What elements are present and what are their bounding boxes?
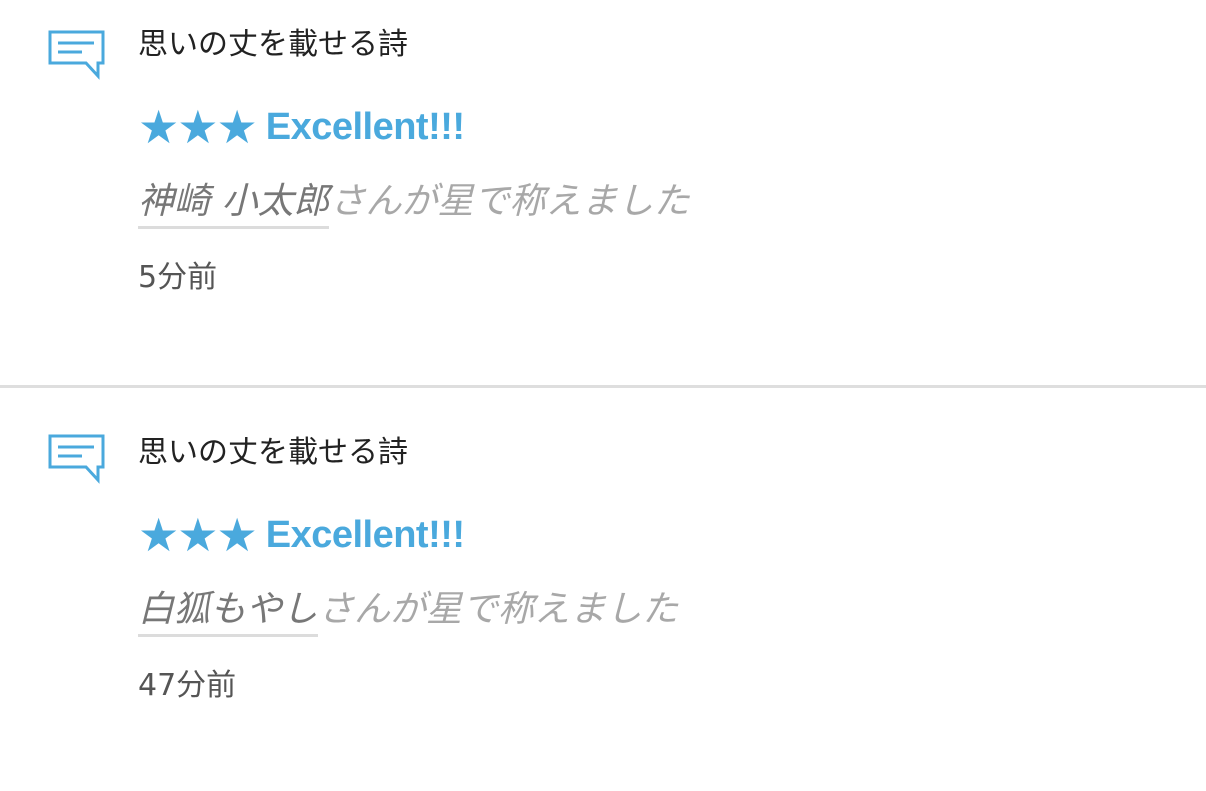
message-suffix: さんが星で称えました	[318, 589, 679, 630]
work-title[interactable]: 思いの丈を載せる詩	[138, 432, 1186, 474]
rating: ★★★ Excellent!!!	[138, 508, 1186, 562]
timestamp: 47分前	[138, 668, 237, 703]
notification-message: 白狐もやしさんが星で称えました	[138, 586, 1186, 638]
message-suffix: さんが星で称えました	[329, 181, 690, 222]
notification-message: 神崎 小太郎さんが星で称えました	[138, 178, 1186, 230]
notification-content: 思いの丈を載せる詩 ★★★ Excellent!!! 神崎 小太郎さんが星で称え…	[138, 24, 1186, 298]
rating: ★★★ Excellent!!!	[138, 100, 1186, 154]
notification-content: 思いの丈を載せる詩 ★★★ Excellent!!! 白狐もやしさんが星で称えま…	[138, 432, 1186, 706]
star-icons: ★★★	[138, 100, 258, 154]
notification-feed: 思いの丈を載せる詩 ★★★ Excellent!!! 神崎 小太郎さんが星で称え…	[0, 0, 1206, 788]
notification-item[interactable]: 思いの丈を載せる詩 ★★★ Excellent!!! 神崎 小太郎さんが星で称え…	[0, 0, 1206, 388]
rating-label: Excellent!!!	[265, 106, 465, 148]
work-title[interactable]: 思いの丈を載せる詩	[138, 24, 1186, 66]
timestamp: 5分前	[138, 260, 218, 295]
notification-item[interactable]: 思いの丈を載せる詩 ★★★ Excellent!!! 白狐もやしさんが星で称えま…	[0, 388, 1206, 788]
rating-label: Excellent!!!	[265, 514, 465, 556]
comment-icon	[48, 434, 105, 484]
user-link[interactable]: 白狐もやし	[138, 588, 319, 637]
comment-icon	[48, 30, 105, 80]
star-icons: ★★★	[138, 508, 258, 562]
user-link[interactable]: 神崎 小太郎	[138, 180, 330, 229]
